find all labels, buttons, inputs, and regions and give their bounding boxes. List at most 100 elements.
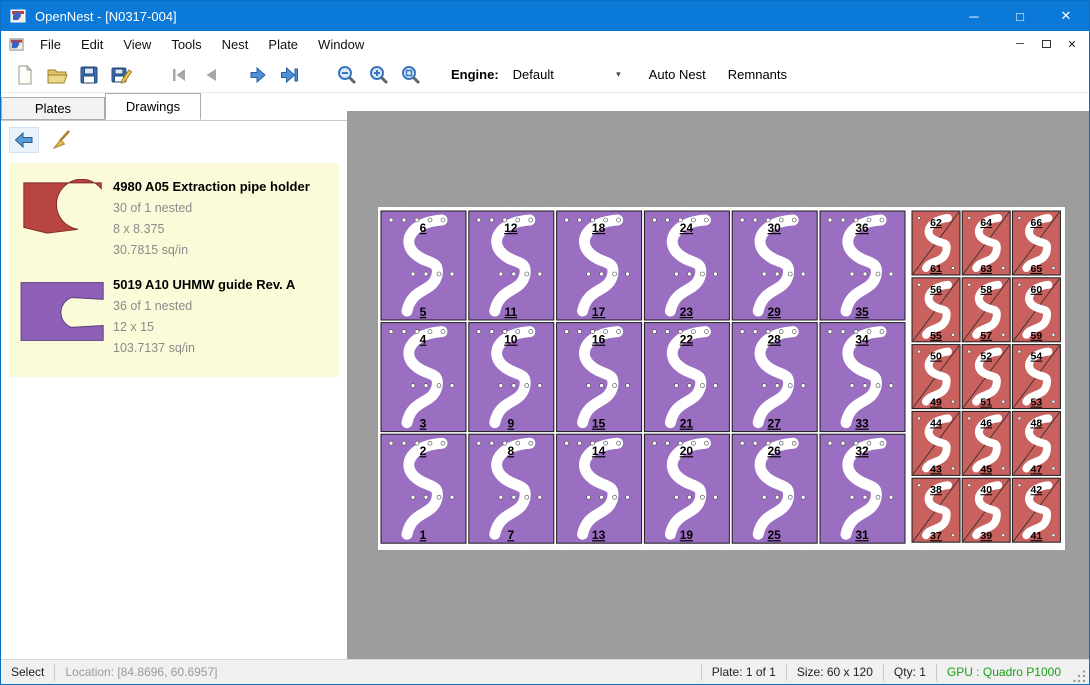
- menu-item-tools[interactable]: Tools: [161, 33, 211, 56]
- menu-item-nest[interactable]: Nest: [212, 33, 259, 56]
- purple-part-pair[interactable]: 3635: [820, 211, 905, 320]
- new-button[interactable]: [9, 60, 41, 90]
- drill-hole: [525, 272, 529, 276]
- purple-part-pair[interactable]: 3231: [820, 434, 905, 543]
- red-part-pair[interactable]: 4039: [962, 478, 1010, 542]
- part-number-label: 20: [680, 444, 694, 458]
- red-part-pair[interactable]: 6261: [912, 211, 960, 275]
- drill-hole: [1002, 333, 1005, 336]
- drill-hole: [828, 330, 832, 334]
- red-part-pair[interactable]: 6059: [1012, 278, 1060, 342]
- drill-hole: [863, 495, 867, 499]
- red-part-pair[interactable]: 4645: [962, 411, 1010, 475]
- drawing-title: 5019 A10 UHMW guide Rev. A: [113, 277, 295, 292]
- purple-part-pair[interactable]: 43: [381, 323, 466, 432]
- drill-hole: [652, 218, 656, 222]
- red-part-pair[interactable]: 6463: [962, 211, 1010, 275]
- red-part-pair[interactable]: 5857: [962, 278, 1010, 342]
- close-button[interactable]: ✕: [1043, 1, 1089, 31]
- drill-hole: [424, 272, 428, 276]
- purple-part-pair[interactable]: 1615: [557, 323, 642, 432]
- drill-hole: [880, 441, 884, 445]
- drill-hole: [652, 441, 656, 445]
- auto-nest-button[interactable]: Auto Nest: [649, 67, 706, 82]
- engine-select[interactable]: Default ▾: [507, 64, 627, 86]
- part-number-label: 54: [1031, 351, 1043, 363]
- clear-drawings-button[interactable]: [47, 127, 77, 153]
- part-number-label: 62: [930, 217, 942, 229]
- drill-hole: [968, 350, 971, 353]
- part-number-label: 17: [592, 305, 606, 319]
- purple-part-pair[interactable]: 21: [381, 434, 466, 543]
- drill-hole: [411, 384, 415, 388]
- purple-part-pair[interactable]: 2423: [644, 211, 729, 320]
- drill-hole: [674, 384, 678, 388]
- menu-item-window[interactable]: Window: [308, 33, 374, 56]
- purple-part-pair[interactable]: 65: [381, 211, 466, 320]
- nav-prev-button[interactable]: [195, 60, 227, 90]
- save-button[interactable]: [73, 60, 105, 90]
- import-drawing-button[interactable]: [9, 127, 39, 153]
- purple-part-pair[interactable]: 2827: [732, 323, 817, 432]
- purple-part-pair[interactable]: 87: [469, 434, 554, 543]
- red-part-pair[interactable]: 5655: [912, 278, 960, 342]
- menu-item-edit[interactable]: Edit: [71, 33, 113, 56]
- maximize-button[interactable]: □: [997, 1, 1043, 31]
- drawing-item[interactable]: 4980 A05 Extraction pipe holder 30 of 1 …: [13, 169, 335, 267]
- remnants-button[interactable]: Remnants: [728, 67, 787, 82]
- drawing-item[interactable]: 5019 A10 UHMW guide Rev. A 36 of 1 neste…: [13, 267, 335, 365]
- mdi-close-button[interactable]: ✕: [1061, 34, 1083, 54]
- part-number-label: 4: [420, 333, 427, 347]
- purple-part-pair[interactable]: 2221: [644, 323, 729, 432]
- purple-part-pair[interactable]: 3433: [820, 323, 905, 432]
- purple-part-pair[interactable]: 3029: [732, 211, 817, 320]
- nav-last-button[interactable]: [273, 60, 305, 90]
- purple-part-pair[interactable]: 1413: [557, 434, 642, 543]
- red-part-pair[interactable]: 4847: [1012, 411, 1060, 475]
- red-part-pair[interactable]: 4241: [1012, 478, 1060, 542]
- drill-hole: [704, 330, 708, 334]
- mdi-restore-button[interactable]: [1035, 34, 1057, 54]
- purple-part-pair[interactable]: 1817: [557, 211, 642, 320]
- nest-svg: 6512111817242330293635431091615222128273…: [378, 207, 1065, 550]
- toolbar: Engine: Default ▾ Auto Nest Remnants: [1, 57, 1089, 93]
- red-part-pair[interactable]: 6665: [1012, 211, 1060, 275]
- purple-part-pair[interactable]: 2019: [644, 434, 729, 543]
- part-number-label: 25: [768, 528, 782, 542]
- menu-item-file[interactable]: File: [30, 33, 71, 56]
- minimize-button[interactable]: ─: [951, 1, 997, 31]
- red-part-pair[interactable]: 3837: [912, 478, 960, 542]
- red-part-pair[interactable]: 5251: [962, 345, 1010, 409]
- menu-item-plate[interactable]: Plate: [258, 33, 308, 56]
- zoom-out-button[interactable]: [331, 60, 363, 90]
- drill-hole: [841, 441, 845, 445]
- drill-hole: [876, 272, 880, 276]
- red-part-pair[interactable]: 4443: [912, 411, 960, 475]
- purple-part-pair[interactable]: 2625: [732, 434, 817, 543]
- drill-hole: [415, 441, 419, 445]
- nav-first-button[interactable]: [163, 60, 195, 90]
- tab-drawings[interactable]: Drawings: [105, 93, 201, 120]
- save-as-button[interactable]: [105, 60, 137, 90]
- mdi-minimize-button[interactable]: ─: [1009, 34, 1031, 54]
- plate[interactable]: 6512111817242330293635431091615222128273…: [378, 207, 1065, 550]
- nest-canvas[interactable]: 6512111817242330293635431091615222128273…: [347, 93, 1089, 659]
- drill-hole: [918, 417, 921, 420]
- drill-hole: [600, 495, 604, 499]
- zoom-in-button[interactable]: [363, 60, 395, 90]
- drill-hole: [801, 384, 805, 388]
- resize-grip[interactable]: [1073, 670, 1087, 684]
- red-part-pair[interactable]: 5453: [1012, 345, 1060, 409]
- red-part-pair[interactable]: 5049: [912, 345, 960, 409]
- part-number-label: 19: [680, 528, 694, 542]
- purple-part-pair[interactable]: 109: [469, 323, 554, 432]
- part-number-label: 42: [1031, 484, 1043, 496]
- nav-next-button[interactable]: [241, 60, 273, 90]
- open-button[interactable]: [41, 60, 73, 90]
- zoom-fit-button[interactable]: [395, 60, 427, 90]
- menu-item-view[interactable]: View: [113, 33, 161, 56]
- tab-plates[interactable]: Plates: [1, 97, 105, 120]
- purple-part-pair[interactable]: 1211: [469, 211, 554, 320]
- part-number-label: 65: [1031, 263, 1043, 275]
- drawing-list: 4980 A05 Extraction pipe holder 30 of 1 …: [9, 163, 339, 377]
